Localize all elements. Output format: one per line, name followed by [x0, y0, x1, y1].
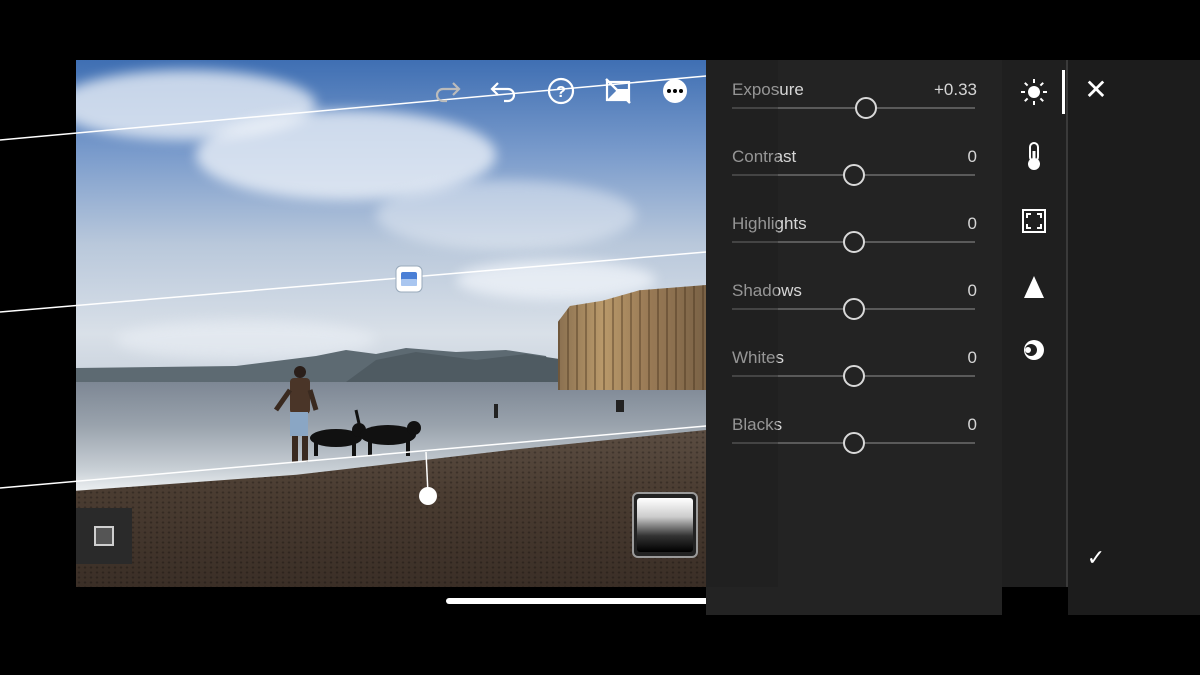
help-icon[interactable]: ?: [546, 76, 576, 106]
panel-edge-shadow: [706, 60, 778, 587]
highlights-value: 0: [967, 214, 977, 233]
more-options-icon[interactable]: [660, 76, 690, 106]
highlights-slider-thumb[interactable]: [842, 231, 865, 253]
undo-icon[interactable]: [489, 76, 519, 106]
figures: [273, 366, 624, 462]
shadows-slider-thumb[interactable]: [842, 298, 865, 320]
gradient-icon: [637, 498, 693, 552]
shadows-value: 0: [967, 281, 977, 300]
mask-icon: [94, 526, 114, 546]
gradient-center-handle[interactable]: [395, 265, 423, 293]
exposure-value: +0.33: [933, 80, 977, 99]
whites-slider-thumb[interactable]: [842, 365, 865, 387]
contrast-value: 0: [967, 147, 977, 166]
confirm-button[interactable]: ✓: [1082, 544, 1110, 572]
svg-text:?: ?: [556, 84, 566, 101]
optics-icon[interactable]: [1018, 334, 1050, 366]
detail-icon[interactable]: [1018, 271, 1050, 303]
exposure-slider-thumb[interactable]: [854, 97, 877, 119]
blacks-value: 0: [967, 415, 977, 434]
blacks-slider-thumb[interactable]: [842, 432, 865, 454]
mask-overlay-off-icon[interactable]: [603, 76, 633, 106]
linear-gradient-tool-button[interactable]: [632, 492, 698, 558]
light-icon[interactable]: [1018, 76, 1050, 108]
close-button[interactable]: ✕: [1082, 76, 1110, 104]
action-column: [1068, 60, 1200, 615]
active-tool-indicator: [1062, 70, 1065, 114]
effects-icon[interactable]: [1018, 205, 1050, 237]
contrast-slider-thumb[interactable]: [842, 164, 865, 186]
mask-visibility-toggle[interactable]: [76, 508, 132, 564]
color-temperature-icon[interactable]: [1018, 140, 1050, 172]
rotation-handle[interactable]: [419, 487, 437, 505]
whites-value: 0: [967, 348, 977, 367]
redo-icon[interactable]: [432, 76, 462, 106]
photo-canvas[interactable]: [76, 60, 706, 587]
